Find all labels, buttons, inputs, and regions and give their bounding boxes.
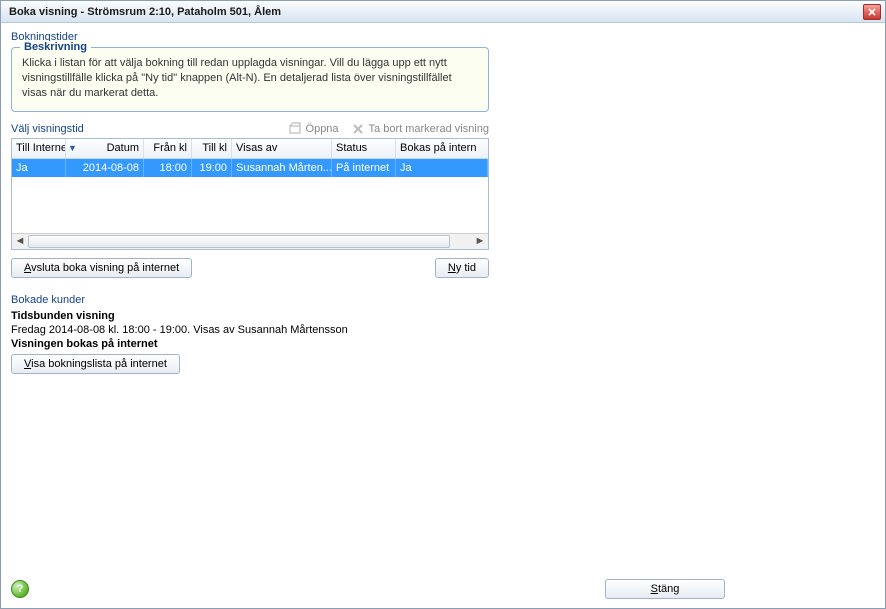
close-button[interactable]: Stäng [605,579,725,599]
description-text: Klicka i listan för att välja bokning ti… [22,56,478,101]
col-till-kl[interactable]: Till kl [192,139,232,158]
new-time-button[interactable]: Ny tid [435,258,489,278]
col-till-internet[interactable]: Till Internet [12,139,66,158]
table-row[interactable]: Ja 2014-08-08 18:00 19:00 Susannah Mårte… [12,159,488,177]
scroll-left-icon[interactable]: ◄ [12,234,28,249]
cell-till-kl: 19:00 [192,159,232,177]
booked-customers-label: Bokade kunder [11,294,489,306]
horizontal-scrollbar[interactable]: ◄ ► [12,233,488,249]
help-label: ? [17,583,24,595]
grid-toolbar: Välj visningstid Öppna Ta bort markerad … [11,122,489,136]
col-bokas[interactable]: Bokas på intern [396,139,488,158]
content-area: Bokningstider Beskrivning Klicka i lista… [1,23,885,608]
description-legend: Beskrivning [20,41,91,53]
col-visas-av[interactable]: Visas av [232,139,332,158]
open-button[interactable]: Öppna [288,122,339,136]
timebound-heading: Tidsbunden visning [11,310,489,322]
remove-label: Ta bort markerad visning [369,123,489,135]
open-label: Öppna [306,123,339,135]
col-status[interactable]: Status [332,139,396,158]
btn-t3: isa bokningslista på internet [31,358,167,370]
cell-datum: 2014-08-08 [66,159,144,177]
grid-body: Ja 2014-08-08 18:00 19:00 Susannah Mårte… [12,159,488,233]
btn-u4: S [651,583,658,595]
btn-t4: täng [658,583,679,595]
cell-fran-kl: 18:00 [144,159,192,177]
titlebar: Boka visning - Strömsrum 2:10, Pataholm … [1,1,885,23]
col-fran-kl[interactable]: Från kl [144,139,192,158]
cell-visas-av: Susannah Mårten... [232,159,332,177]
booked-customers-section: Bokade kunder Tidsbunden visning Fredag … [11,294,489,374]
help-icon[interactable]: ? [11,580,29,598]
internet-booking-heading: Visningen bokas på internet [11,338,489,350]
close-icon[interactable] [863,4,881,20]
window-title: Boka visning - Strömsrum 2:10, Pataholm … [9,6,863,18]
btn-u2: N [448,262,456,274]
booked-details: Fredag 2014-08-08 kl. 18:00 - 19:00. Vis… [11,324,489,336]
choose-time-label: Välj visningstid [11,123,276,135]
col-datum[interactable]: ▼ Datum [66,139,144,158]
col-datum-label: Datum [107,142,139,154]
times-grid: Till Internet ▼ Datum Från kl Till kl Vi… [11,138,489,250]
cell-bokas: Ja [396,159,488,177]
scroll-right-icon[interactable]: ► [472,234,488,249]
description-box: Beskrivning Klicka i listan för att välj… [11,47,489,112]
scroll-track[interactable] [28,234,472,249]
sort-down-icon: ▼ [68,143,77,153]
cell-till-internet: Ja [12,159,66,177]
left-column: Bokningstider Beskrivning Klicka i lista… [11,31,489,600]
btn-t2: y tid [456,262,476,274]
grid-header: Till Internet ▼ Datum Från kl Till kl Vi… [12,139,488,159]
remove-button[interactable]: Ta bort markerad visning [351,122,489,136]
dialog-footer: ? Stäng [1,570,885,608]
delete-icon [351,122,365,136]
view-booking-list-button[interactable]: Visa bokningslista på internet [11,354,180,374]
open-icon [288,122,302,136]
end-booking-internet-button[interactable]: Avsluta boka visning på internet [11,258,192,278]
cell-status: På internet [332,159,396,177]
scroll-thumb[interactable] [28,235,450,248]
btn-t1: vsluta boka visning på internet [31,262,179,274]
grid-buttons-row: Avsluta boka visning på internet Ny tid [11,258,489,278]
dialog-window: Boka visning - Strömsrum 2:10, Pataholm … [0,0,886,609]
